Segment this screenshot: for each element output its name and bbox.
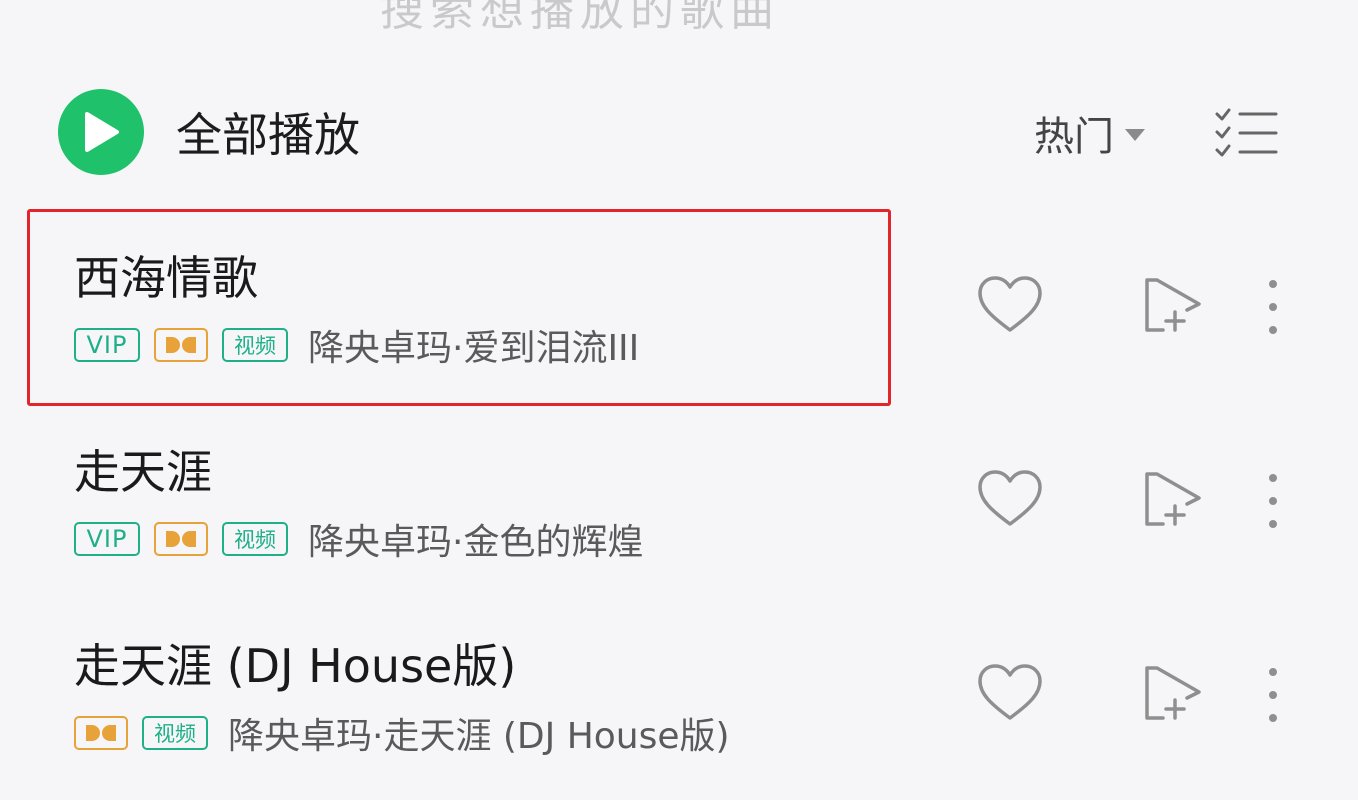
triangle-down-icon — [1125, 129, 1145, 141]
song-title: 走天涯 (DJ House版) — [74, 639, 517, 693]
song-title: 走天涯 — [74, 445, 212, 499]
vip-badge: VIP — [74, 522, 140, 556]
dolby-icon — [154, 522, 208, 556]
more-vertical-icon[interactable] — [1266, 278, 1280, 340]
sort-dropdown[interactable]: 热门 — [1034, 108, 1146, 160]
play-all-button[interactable]: 全部播放 — [58, 88, 360, 176]
song-artist-album: 降央卓玛·金色的辉煌 — [308, 522, 644, 563]
highlight-annotation-box — [27, 209, 891, 406]
add-to-playlist-icon[interactable] — [1143, 276, 1203, 338]
dolby-icon — [74, 716, 128, 750]
add-to-playlist-icon[interactable] — [1143, 664, 1203, 726]
play-all-label: 全部播放 — [176, 108, 360, 162]
heart-icon[interactable] — [977, 276, 1043, 338]
video-badge: 视频 — [142, 716, 208, 750]
heart-icon[interactable] — [977, 470, 1043, 532]
search-bar-partial[interactable]: 搜索想播放的歌曲 — [0, 0, 1358, 40]
multi-select-button[interactable] — [1214, 108, 1278, 158]
search-bar-text: 搜索想播放的歌曲 — [380, 0, 780, 36]
more-vertical-icon[interactable] — [1266, 472, 1280, 534]
song-row[interactable]: 走天涯 VIP 视频 降央卓玛·金色的辉煌 — [0, 406, 1358, 596]
add-to-playlist-icon[interactable] — [1143, 470, 1203, 532]
song-meta: 视频 降央卓玛·走天涯 (DJ House版) — [74, 713, 730, 757]
song-artist-album: 降央卓玛·走天涯 (DJ House版) — [228, 716, 730, 757]
sort-label: 热门 — [1034, 114, 1114, 160]
play-icon — [58, 89, 144, 175]
more-vertical-icon[interactable] — [1266, 666, 1280, 728]
video-badge: 视频 — [222, 522, 288, 556]
song-meta: VIP 视频 降央卓玛·金色的辉煌 — [74, 519, 643, 563]
checklist-icon — [1215, 108, 1278, 157]
song-row[interactable]: 走天涯 (DJ House版) 视频 降央卓玛·走天涯 (DJ House版) — [0, 600, 1358, 790]
heart-icon[interactable] — [977, 664, 1043, 726]
